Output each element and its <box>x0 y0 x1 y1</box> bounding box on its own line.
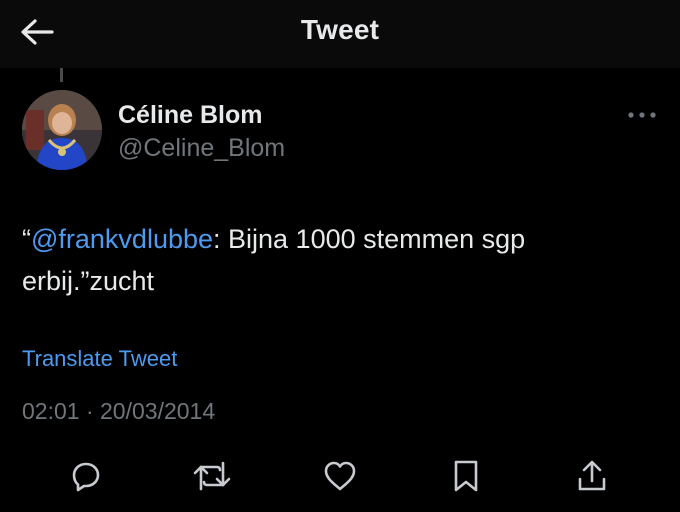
like-button[interactable] <box>320 456 360 496</box>
bookmark-icon <box>454 460 478 492</box>
open-quote: “ <box>22 224 31 254</box>
timestamp-separator: · <box>79 398 101 424</box>
tweet-text: “@frankvdlubbe: Bijna 1000 stemmen sgp e… <box>22 218 658 302</box>
tweet-time: 02:01 <box>22 398 80 424</box>
share-button[interactable] <box>572 456 612 496</box>
avatar[interactable] <box>22 90 102 170</box>
share-icon <box>578 460 606 491</box>
translate-tweet-link[interactable]: Translate Tweet <box>22 346 177 372</box>
author-handle[interactable]: @Celine_Blom <box>118 134 285 163</box>
reply-icon <box>72 462 100 492</box>
reply-button[interactable] <box>66 456 106 496</box>
timestamp: 02:01 · 20/03/2014 <box>22 398 215 425</box>
profile-photo-icon <box>22 90 102 170</box>
author-name[interactable]: Céline Blom <box>118 101 262 130</box>
more-options-button[interactable] <box>624 104 660 126</box>
mention-link[interactable]: @frankvdlubbe <box>31 224 213 254</box>
heart-icon <box>324 461 356 491</box>
page-title: Tweet <box>300 14 380 45</box>
bookmark-button[interactable] <box>446 456 486 496</box>
top-bar: Tweet <box>0 0 680 68</box>
retweet-icon <box>193 461 231 491</box>
thread-connector-line <box>60 68 63 82</box>
more-horizontal-icon <box>628 112 656 118</box>
tweet-date: 20/03/2014 <box>100 398 216 424</box>
retweet-button[interactable] <box>192 456 232 496</box>
